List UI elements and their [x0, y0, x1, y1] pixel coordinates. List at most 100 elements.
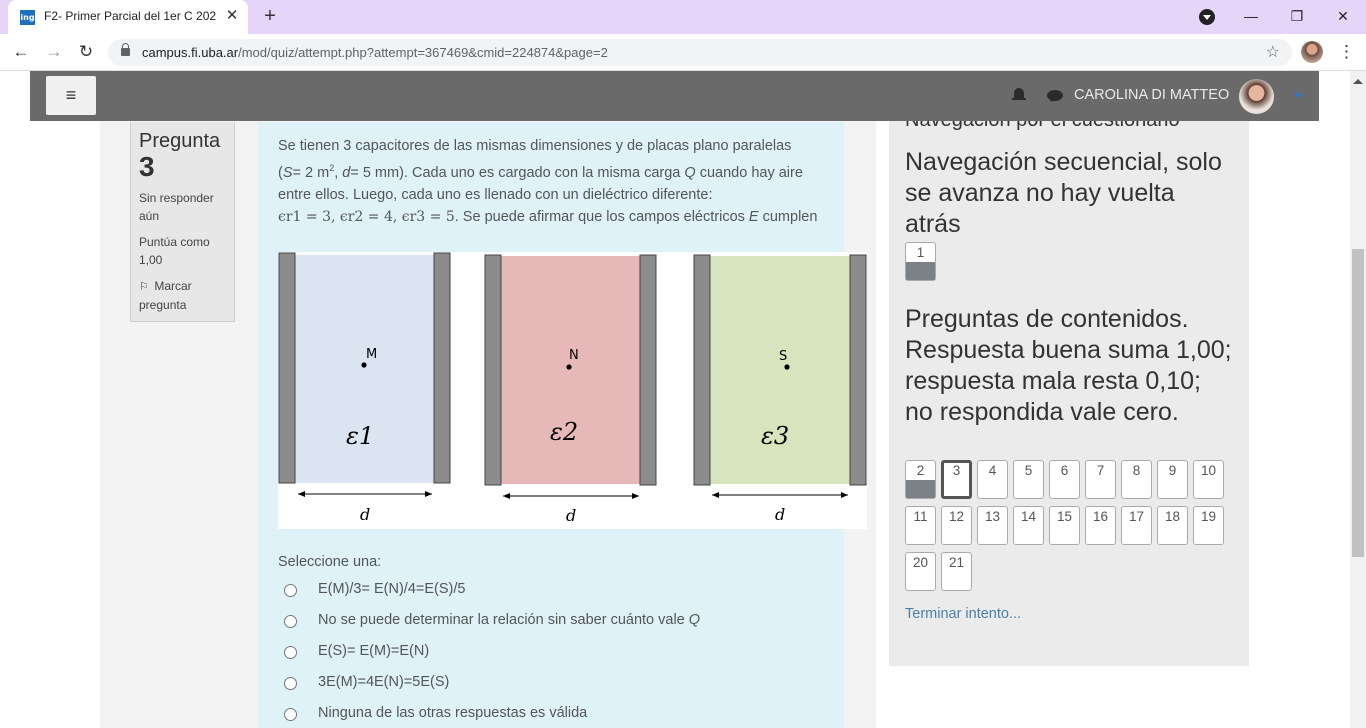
question-nav-button-9[interactable]: 9: [1157, 460, 1188, 499]
question-nav-number: 16: [1092, 509, 1109, 524]
user-menu-caret-icon[interactable]: [1294, 93, 1302, 102]
capacitor-1: M ε1 d: [278, 252, 451, 524]
dielectric-label-3: ε3: [761, 422, 789, 450]
messages-chat-icon[interactable]: [1047, 90, 1063, 101]
question-nav-button-19[interactable]: 19: [1193, 506, 1224, 545]
question-nav-button-20[interactable]: 20: [905, 552, 936, 591]
answer-radio-5[interactable]: [284, 708, 297, 721]
dimension-label-2: d: [566, 506, 576, 525]
question-nav-button-3[interactable]: 3: [941, 460, 972, 499]
question-nav-button-5[interactable]: 5: [1013, 460, 1044, 499]
question-nav-number: 8: [1132, 463, 1141, 478]
answer-text-5[interactable]: Ninguna de las otras respuestas es válid…: [318, 705, 587, 721]
permittivity-formula: ϵr1 = 3, ϵr2 = 4, ϵr3 = 5: [278, 208, 455, 225]
answer-radio-4[interactable]: [284, 677, 297, 690]
question-nav-number: 2: [916, 463, 925, 478]
back-button[interactable]: ←: [8, 39, 34, 65]
finish-attempt-link[interactable]: Terminar intento...: [905, 606, 1021, 622]
notifications-bell-icon[interactable]: [1012, 87, 1026, 103]
browser-toolbar: ← → ↻ campus.fi.uba.ar/mod/quiz/attempt.…: [0, 34, 1366, 71]
answer-text-3[interactable]: E(S)= E(M)=E(N): [318, 643, 429, 659]
browser-tab[interactable]: ing F2- Primer Parcial del 1er C 2021 ✕: [8, 0, 248, 34]
dielectric-fill-2: [500, 256, 641, 484]
question-nav-number: 12: [948, 509, 965, 524]
flag-question-link[interactable]: ⚐ Marcar pregunta: [139, 277, 226, 314]
answer-option-3[interactable]: E(S)= E(M)=E(N): [284, 643, 824, 665]
answer-radio-3[interactable]: [284, 646, 297, 659]
address-bar[interactable]: campus.fi.uba.ar/mod/quiz/attempt.php?at…: [108, 39, 1292, 66]
question-nav-number: 18: [1164, 509, 1181, 524]
answer-text-4[interactable]: 3E(M)=4E(N)=5E(S): [318, 674, 449, 690]
question-state: Sin responder aún: [139, 191, 214, 223]
question-nav-number: 7: [1096, 463, 1105, 478]
question-nav-button-18[interactable]: 18: [1157, 506, 1188, 545]
answer-option-1[interactable]: E(M)/3= E(N)/4=E(S)/5: [284, 581, 824, 603]
tab-title: F2- Primer Parcial del 1er C 2021: [44, 9, 216, 23]
select-one-label: Seleccione una:: [278, 554, 382, 570]
question-nav-button-11[interactable]: 11: [905, 506, 936, 545]
question-info-panel: Pregunta 3 Sin responder aún Puntúa como…: [130, 122, 235, 322]
forward-button[interactable]: →: [41, 39, 67, 65]
answer-option-2[interactable]: No se puede determinar la relación sin s…: [284, 612, 824, 634]
question-nav-button-2[interactable]: 2: [905, 460, 936, 499]
profile-avatar[interactable]: [1301, 41, 1323, 63]
question-number: 3: [139, 151, 155, 182]
point-label-n: N: [569, 348, 579, 363]
user-avatar[interactable]: [1239, 79, 1274, 114]
question-nav-button-17[interactable]: 17: [1121, 506, 1152, 545]
answer-radio-1[interactable]: [284, 584, 297, 597]
tab-close-icon[interactable]: ✕: [222, 6, 242, 26]
scroll-thumb[interactable]: [1352, 249, 1364, 557]
question-nav-button-6[interactable]: 6: [1049, 460, 1080, 499]
question-nav-number: 5: [1024, 463, 1033, 478]
question-nav-button-8[interactable]: 8: [1121, 460, 1152, 499]
answer-option-5[interactable]: Ninguna de las otras respuestas es válid…: [284, 705, 824, 727]
reload-button[interactable]: ↻: [73, 39, 99, 65]
restore-button[interactable]: ❐: [1282, 4, 1312, 28]
moodle-navbar: ≡ CAROLINA DI MATTEO: [30, 71, 1319, 121]
question-nav-button-15[interactable]: 15: [1049, 506, 1080, 545]
scroll-up-arrow-icon[interactable]: [1353, 74, 1363, 84]
answer-option-4[interactable]: 3E(M)=4E(N)=5E(S): [284, 674, 824, 696]
question-nav-button-12[interactable]: 12: [941, 506, 972, 545]
capacitor-2: N ε2 d: [484, 254, 657, 525]
tab-search-icon[interactable]: [1199, 9, 1215, 25]
question-nav-button-4[interactable]: 4: [977, 460, 1008, 499]
page-viewport: ≡ CAROLINA DI MATTEO Pregunta 3 Sin resp…: [0, 71, 1366, 728]
point-label-s: S: [779, 349, 787, 364]
section-title-contents: Preguntas de contenidos. Respuesta buena…: [905, 305, 1232, 426]
site-favicon-icon: ing: [20, 10, 35, 25]
question-nav-number: 19: [1200, 509, 1217, 524]
lock-icon[interactable]: [121, 43, 130, 56]
section-title-sequential: Navegación secuencial, solo se avanza no…: [905, 148, 1222, 238]
question-nav-button-14[interactable]: 14: [1013, 506, 1044, 545]
new-tab-button[interactable]: +: [258, 5, 282, 29]
dielectric-label-2: ε2: [550, 418, 578, 446]
url-text: campus.fi.uba.ar/mod/quiz/attempt.php?at…: [142, 45, 608, 60]
question-nav-button-10[interactable]: 10: [1193, 460, 1224, 499]
bookmark-star-icon[interactable]: ☆: [1266, 42, 1280, 62]
question-nav-number: 17: [1128, 509, 1145, 524]
dimension-label-1: d: [360, 505, 370, 524]
answer-text-2[interactable]: No se puede determinar la relación sin s…: [318, 612, 700, 628]
page-scrollbar[interactable]: [1350, 71, 1366, 728]
quiz-navigation-block: Navegación por el cuestionario Navegació…: [889, 101, 1249, 666]
question-nav-button-1[interactable]: 1: [905, 242, 936, 281]
question-nav-number: 4: [988, 463, 997, 478]
minimize-button[interactable]: —: [1236, 4, 1266, 28]
question-nav-button-21[interactable]: 21: [941, 552, 972, 591]
close-window-button[interactable]: ✕: [1328, 4, 1358, 28]
answer-radio-2[interactable]: [284, 615, 297, 628]
question-nav-button-13[interactable]: 13: [977, 506, 1008, 545]
capacitor-3: S ε3 d: [693, 254, 867, 524]
user-name[interactable]: CAROLINA DI MATTEO: [1074, 87, 1229, 103]
dielectric-label-1: ε1: [346, 422, 374, 450]
question-nav-button-16[interactable]: 16: [1085, 506, 1116, 545]
question-nav-number: 11: [913, 509, 928, 524]
browser-menu-icon[interactable]: ⋮: [1338, 39, 1355, 65]
drawer-toggle-button[interactable]: ≡: [46, 76, 96, 115]
answer-text-1[interactable]: E(M)/3= E(N)/4=E(S)/5: [318, 581, 465, 597]
question-nav-number: 13: [984, 509, 1001, 524]
question-nav-button-7[interactable]: 7: [1085, 460, 1116, 499]
question-nav-number: 3: [952, 463, 961, 478]
